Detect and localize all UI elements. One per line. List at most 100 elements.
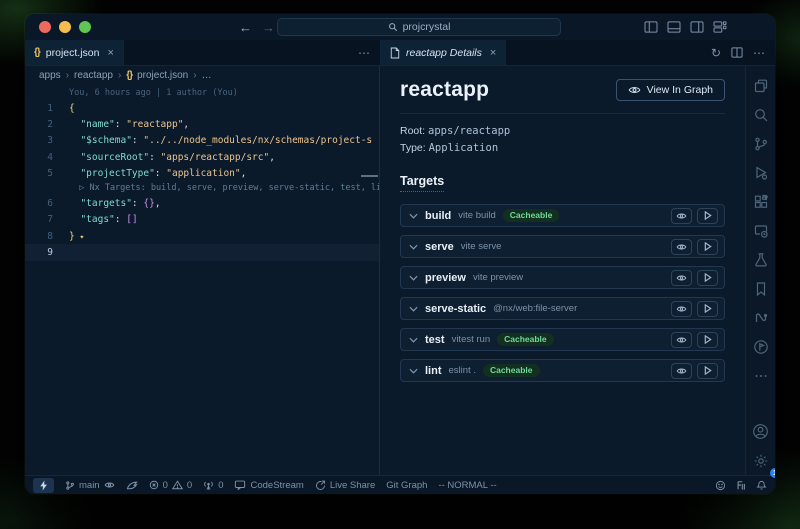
view-target-button[interactable] [671,301,692,317]
source-control-icon[interactable] [746,129,775,158]
chevron-down-icon[interactable] [409,306,418,312]
code-line[interactable]: 4 "sourceRoot": "apps/reactapp/src", [25,149,379,165]
editor-actions-more-icon[interactable]: ⋯ [358,46,370,60]
remote-indicator[interactable] [33,478,54,493]
flag-circle-icon[interactable] [746,332,775,361]
breadcrumb-item[interactable]: project.json [137,70,188,81]
run-target-button[interactable] [697,301,718,317]
code-line[interactable]: 6 "targets": {}, [25,195,379,211]
gitgraph-label: Git Graph [386,480,427,491]
target-row-test[interactable]: test vitest run Cacheable [400,328,725,351]
run-debug-icon[interactable] [746,158,775,187]
chevron-down-icon[interactable] [409,244,418,250]
run-target-button[interactable] [697,363,718,379]
code-line[interactable]: 8} ✦ [25,228,379,244]
settings-gear-icon[interactable]: 1 [746,446,775,475]
chevron-down-icon[interactable] [409,337,418,343]
toggle-panel-icon[interactable] [667,21,681,33]
customize-layout-icon[interactable] [713,21,727,33]
git-branch-item[interactable]: main [65,480,115,491]
tab-label: reactapp Details [406,47,482,59]
vim-mode-indicator[interactable]: -- NORMAL -- [438,480,496,491]
type-value: Application [429,142,499,154]
code-line[interactable]: 1{ [25,100,379,116]
run-target-button[interactable] [697,208,718,224]
target-row-preview[interactable]: preview vite preview [400,266,725,289]
bell-icon[interactable] [756,480,767,491]
gitgraph-item[interactable]: Git Graph [386,480,427,491]
close-window-button[interactable] [39,21,51,33]
view-target-button[interactable] [671,239,692,255]
eye-icon [104,481,115,489]
run-target-button[interactable] [697,332,718,348]
target-row-serve-static[interactable]: serve-static @nx/web:file-server [400,297,725,320]
code-line[interactable]: 2 "name": "reactapp", [25,116,379,132]
view-target-button[interactable] [671,332,692,348]
liveshare-item[interactable]: Live Share [315,480,375,491]
code-line[interactable]: 7 "tags": [] [25,212,379,228]
play-icon [704,335,712,344]
error-count: 0 [163,480,168,491]
more-views-icon[interactable] [746,361,775,390]
command-center-search[interactable]: projcrystal [277,18,561,36]
search-icon[interactable] [746,100,775,129]
account-icon[interactable] [746,417,775,446]
target-row-lint[interactable]: lint eslint . Cacheable [400,359,725,382]
nx-console-icon[interactable] [746,303,775,332]
code-line[interactable]: 5 "projectType": "application", [25,165,379,181]
toggle-secondary-sidebar-icon[interactable] [690,21,704,33]
tab-reactapp-details[interactable]: reactapp Details × [381,40,506,65]
view-target-button[interactable] [671,208,692,224]
title-bar: ← → projcrystal [25,14,775,40]
refresh-icon[interactable]: ↻ [711,46,721,60]
settings-badge: 1 [770,468,775,478]
tab-project-json[interactable]: {} project.json × [25,40,124,65]
bookmarks-icon[interactable] [746,274,775,303]
remote-explorer-icon[interactable] [746,216,775,245]
view-target-button[interactable] [671,363,692,379]
breadcrumb-item[interactable]: apps [39,70,61,81]
extension-bird-icon[interactable] [126,480,138,490]
tab-label: project.json [46,47,100,59]
extensions-icon[interactable] [746,187,775,216]
chevron-down-icon[interactable] [409,275,418,281]
back-arrow-icon[interactable]: ← [239,20,252,35]
run-target-button[interactable] [697,239,718,255]
ports-item[interactable]: 0 [203,480,223,491]
view-target-button[interactable] [671,270,692,286]
line-text: } ✦ [69,231,84,242]
codestream-item[interactable]: CodeStream [234,480,303,491]
problems-item[interactable]: 0 0 [149,480,193,491]
explorer-icon[interactable] [746,71,775,100]
feedback-smiley-icon[interactable] [715,480,726,491]
targets-list: build vite build Cacheable serve vite se… [400,204,725,382]
toggle-sidebar-icon[interactable] [644,21,658,33]
breadcrumb-item[interactable]: … [202,70,212,81]
line-text: "targets": {}, [69,198,161,209]
breadcrumb-item[interactable]: reactapp [74,70,113,81]
testing-icon[interactable] [746,245,775,274]
line-number: 5 [25,168,69,179]
target-row-serve[interactable]: serve vite serve [400,235,725,258]
type-label: Type: [400,142,426,154]
code-line[interactable]: ▷ Nx Targets: build, serve, preview, ser… [25,181,379,195]
code-editor[interactable]: You, 6 hours ago | 1 author (You)1{2 "na… [25,84,379,475]
chevron-down-icon[interactable] [409,213,418,219]
vim-mode-label: -- NORMAL -- [438,480,496,491]
target-command: vite build [458,210,496,221]
more-actions-icon[interactable]: ⋯ [753,46,765,60]
code-line[interactable]: 9 [25,244,379,260]
chevron-down-icon[interactable] [409,368,418,374]
target-row-build[interactable]: build vite build Cacheable [400,204,725,227]
maximize-window-button[interactable] [79,21,91,33]
code-line[interactable]: You, 6 hours ago | 1 author (You) [25,86,379,100]
run-target-button[interactable] [697,270,718,286]
forward-arrow-icon[interactable]: → [262,20,275,35]
close-tab-icon[interactable]: × [490,47,496,59]
close-tab-icon[interactable]: × [108,47,114,59]
format-bars-icon[interactable] [736,480,746,491]
split-editor-icon[interactable] [731,47,743,58]
code-line[interactable]: 3 "$schema": "../../node_modules/nx/sche… [25,133,379,149]
minimize-window-button[interactable] [59,21,71,33]
view-in-graph-button[interactable]: View In Graph [616,79,725,101]
